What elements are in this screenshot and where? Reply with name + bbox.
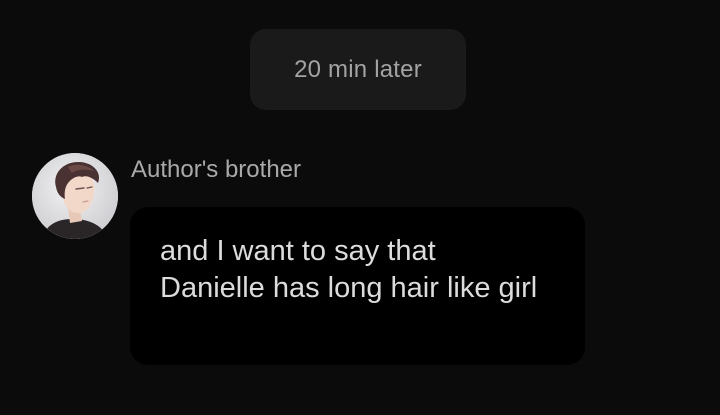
sender-avatar[interactable] (32, 153, 118, 239)
message-text: and I want to say that Danielle has long… (160, 235, 538, 304)
avatar-portrait-icon (32, 153, 118, 239)
message-bubble[interactable]: and I want to say that Danielle has long… (130, 207, 585, 365)
time-separator-label: 20 min later (294, 55, 422, 83)
sender-name: Author's brother (131, 156, 302, 183)
time-separator-chip: 20 min later (250, 29, 466, 110)
